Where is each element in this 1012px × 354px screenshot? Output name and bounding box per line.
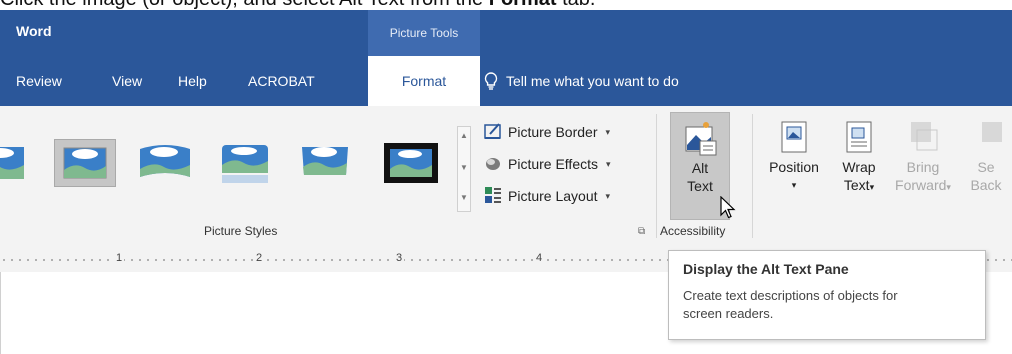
dropdown-arrow-icon: ▾ bbox=[791, 180, 797, 190]
picture-layout-icon bbox=[484, 186, 502, 207]
ruler-number: 1 bbox=[114, 252, 125, 264]
dropdown-arrow-icon: ▾ bbox=[605, 190, 611, 201]
app-name: Word bbox=[16, 23, 52, 39]
picture-style-thumb[interactable] bbox=[214, 139, 276, 187]
alt-text-label-line1: Alt bbox=[691, 160, 709, 176]
send-backward-icon bbox=[968, 118, 1004, 158]
tab-view[interactable]: View bbox=[112, 56, 142, 106]
position-button[interactable]: Position ▾ bbox=[762, 112, 826, 220]
tooltip-title: Display the Alt Text Pane bbox=[683, 261, 849, 277]
tab-acrobat[interactable]: ACROBAT bbox=[248, 56, 315, 106]
accessibility-group-label: Accessibility bbox=[660, 224, 726, 238]
send-backward-label-line2: Back bbox=[970, 177, 1002, 193]
dropdown-arrow-icon: ▾ bbox=[605, 126, 611, 137]
picture-style-thumb[interactable] bbox=[0, 139, 32, 187]
instruction-suffix: tab. bbox=[557, 0, 595, 10]
instruction-bold: Format bbox=[489, 0, 557, 10]
tab-review[interactable]: Review bbox=[16, 56, 62, 106]
picture-style-thumb[interactable] bbox=[54, 139, 116, 187]
wrap-text-label-row: Text▾ bbox=[832, 176, 886, 196]
picture-style-thumb[interactable] bbox=[294, 139, 356, 187]
bring-forward-button[interactable]: Bring Forward▾ bbox=[888, 112, 958, 220]
ribbon: ▲ ▼ ▼ Picture Border ▾ Picture Effects ▾ P… bbox=[0, 106, 1012, 249]
bring-forward-label-line2: Forward bbox=[895, 177, 947, 193]
gallery-scrollbar[interactable]: ▲ ▼ ▼ bbox=[457, 126, 471, 212]
ruler-number: 2 bbox=[254, 252, 265, 264]
mouse-pointer-icon bbox=[720, 195, 736, 225]
tell-me-label: Tell me what you want to do bbox=[506, 73, 679, 89]
dialog-launcher-icon[interactable]: ⧉ bbox=[638, 226, 645, 237]
instruction-prefix: Click the image (or object), and select … bbox=[0, 0, 489, 10]
wrap-text-label-line1: Wrap bbox=[842, 159, 876, 175]
dropdown-arrow-icon: ▾ bbox=[869, 182, 875, 192]
tab-format[interactable]: Format bbox=[368, 56, 480, 106]
send-backward-button[interactable]: Se Back bbox=[960, 112, 1012, 220]
picture-effects-icon bbox=[484, 154, 502, 175]
word-window: Word Picture Tools Review View Help ACRO… bbox=[0, 10, 1012, 354]
tab-help[interactable]: Help bbox=[178, 56, 207, 106]
alt-text-icon bbox=[682, 119, 718, 159]
instruction-text: Click the image (or object), and select … bbox=[0, 0, 1012, 10]
alt-text-tooltip: Display the Alt Text Pane Create text de… bbox=[668, 250, 986, 340]
picture-layout-button[interactable]: Picture Layout ▾ bbox=[484, 184, 610, 208]
ribbon-tabs: Review View Help ACROBAT Format Tell me … bbox=[0, 56, 1012, 106]
bring-forward-label-line1: Bring bbox=[906, 159, 940, 175]
picture-style-thumb[interactable] bbox=[380, 139, 442, 187]
group-separator bbox=[656, 114, 657, 238]
send-backward-label-line1: Se bbox=[977, 159, 995, 175]
picture-border-button[interactable]: Picture Border ▾ bbox=[484, 120, 610, 144]
ruler-number: 3 bbox=[394, 252, 405, 264]
ruler-number: 4 bbox=[534, 252, 545, 264]
wrap-text-button[interactable]: Wrap Text▾ bbox=[832, 112, 886, 220]
tooltip-body: Create text descriptions of objects for … bbox=[683, 288, 898, 321]
picture-style-thumb[interactable] bbox=[134, 139, 196, 187]
scroll-down-icon[interactable]: ▼ bbox=[460, 163, 468, 172]
picture-border-icon bbox=[484, 122, 502, 143]
wrap-text-label-line2: Text bbox=[843, 177, 870, 193]
tell-me-box[interactable]: Tell me what you want to do bbox=[484, 56, 679, 106]
picture-styles-group-label: Picture Styles bbox=[204, 224, 278, 238]
dropdown-arrow-icon: ▾ bbox=[946, 182, 951, 192]
picture-effects-button[interactable]: Picture Effects ▾ bbox=[484, 152, 611, 176]
title-bar: Word Picture Tools bbox=[0, 10, 1012, 56]
gallery-more-icon[interactable]: ▼ bbox=[460, 193, 468, 202]
position-label: Position bbox=[769, 159, 819, 175]
position-icon bbox=[776, 118, 812, 158]
bring-forward-icon bbox=[905, 118, 941, 158]
picture-effects-label: Picture Effects bbox=[508, 156, 599, 172]
bring-forward-label-row: Forward▾ bbox=[888, 176, 958, 196]
lightbulb-icon bbox=[484, 72, 498, 90]
alt-text-label-line2: Text bbox=[687, 178, 713, 194]
contextual-tab-group: Picture Tools bbox=[368, 10, 480, 56]
wrap-text-icon bbox=[841, 118, 877, 158]
picture-border-label: Picture Border bbox=[508, 124, 598, 140]
group-separator bbox=[752, 114, 753, 238]
scroll-up-icon[interactable]: ▲ bbox=[460, 131, 468, 140]
dropdown-arrow-icon: ▾ bbox=[606, 158, 611, 169]
picture-layout-label: Picture Layout bbox=[508, 188, 598, 204]
